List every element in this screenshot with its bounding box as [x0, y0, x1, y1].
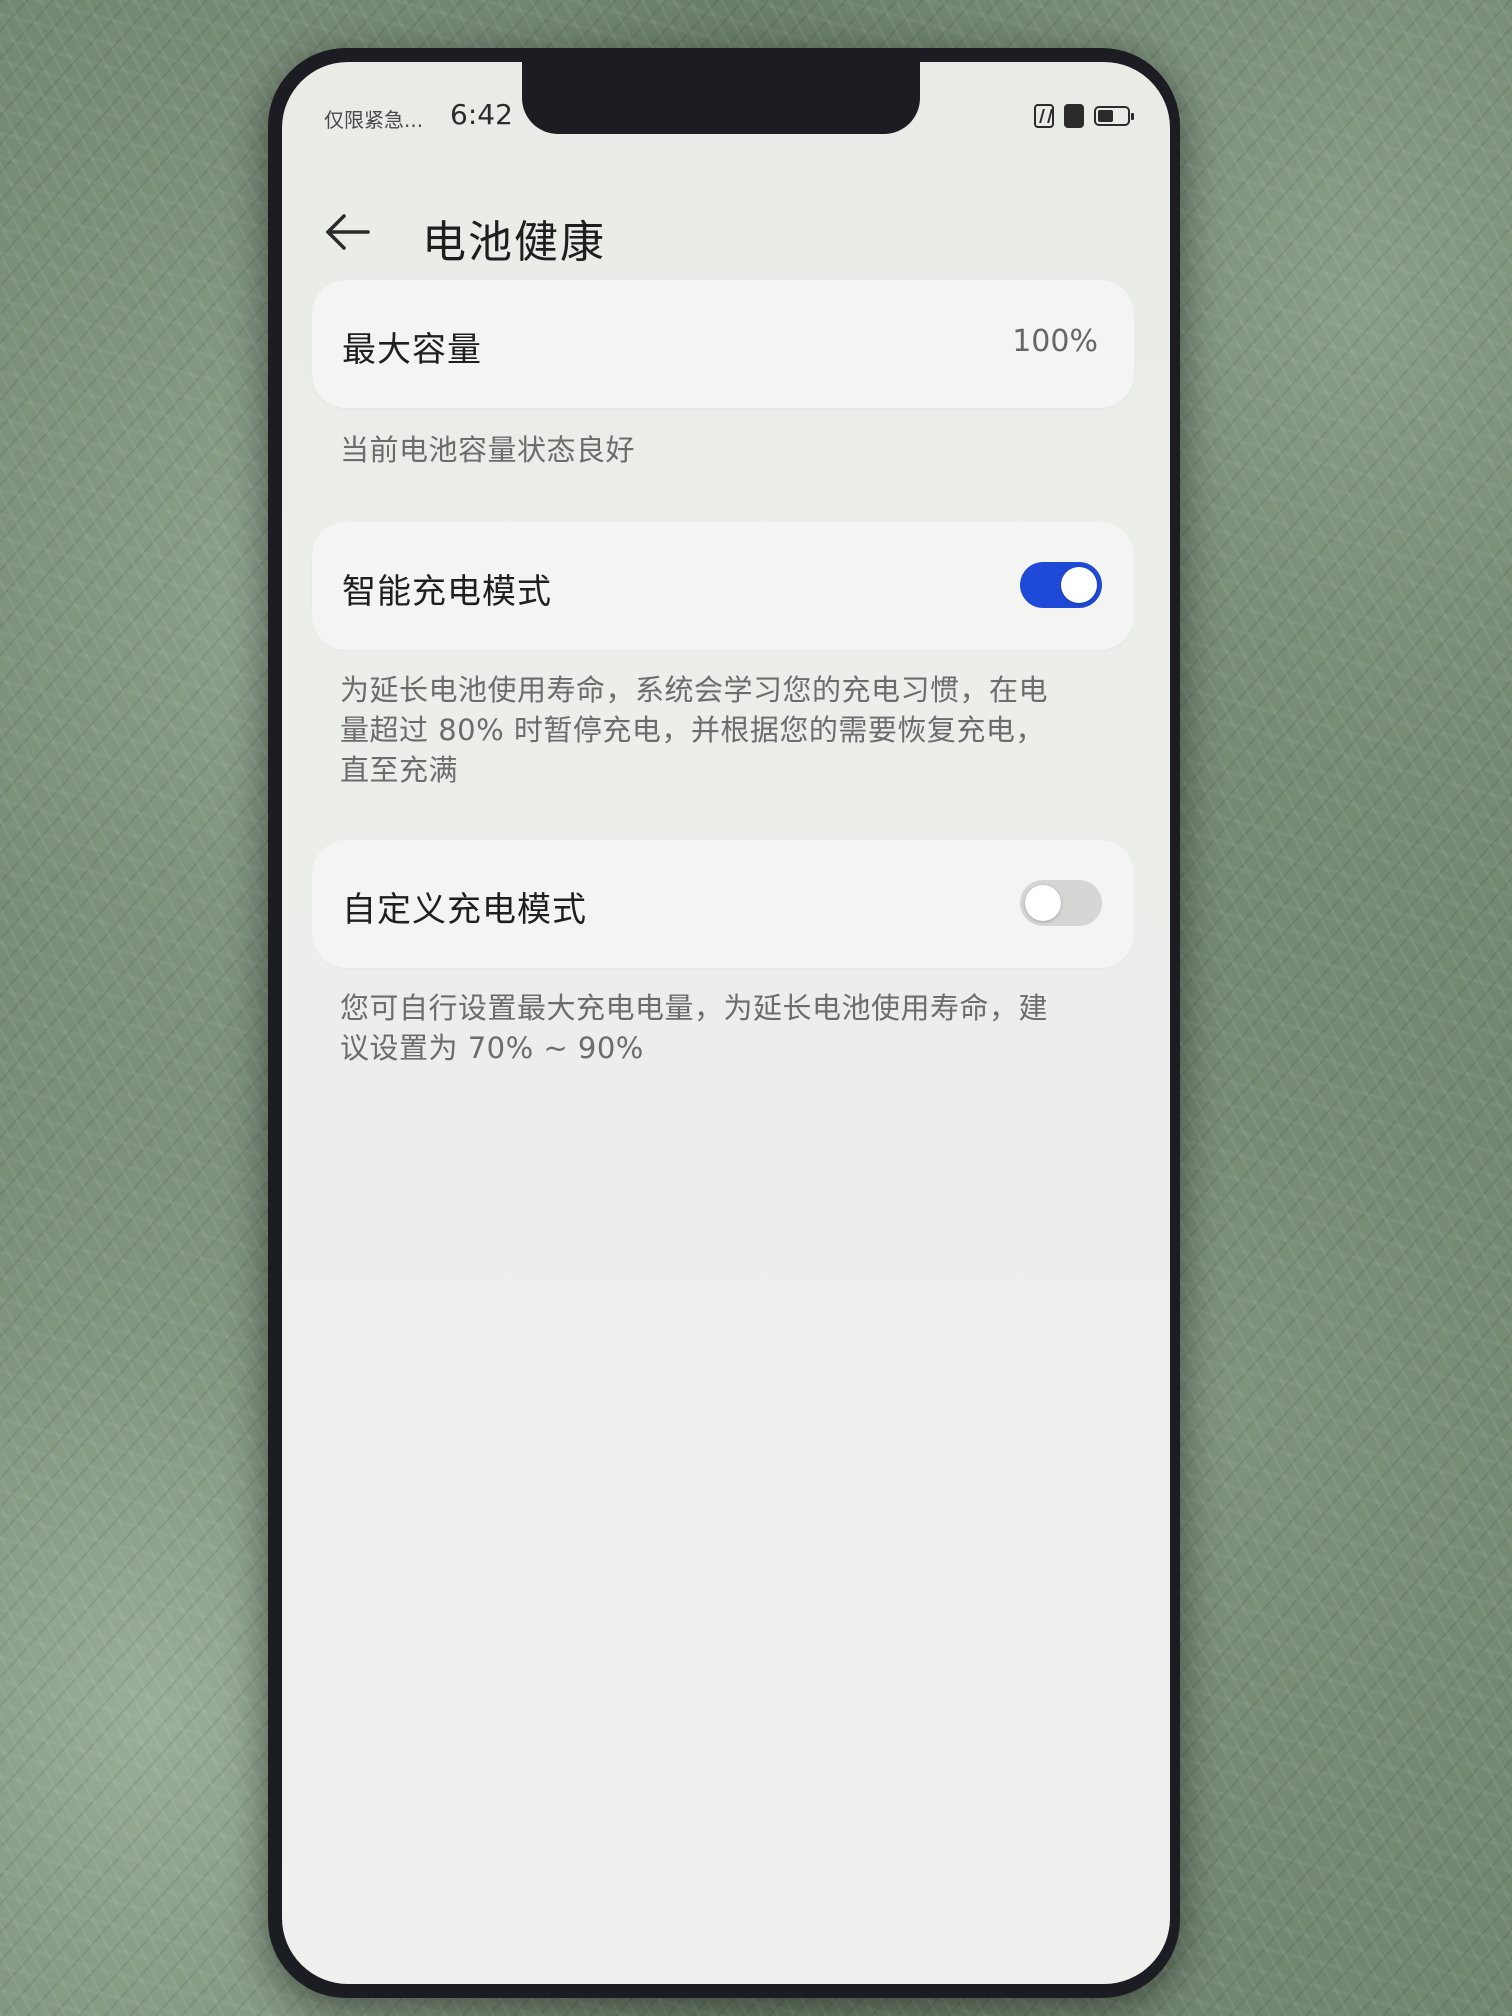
page-title: 电池健康	[422, 217, 606, 268]
carrier-label: 仅限紧急...	[324, 108, 424, 132]
description-line: 议设置为 70% ~ 90%	[340, 1031, 644, 1065]
back-arrow-icon[interactable]	[324, 212, 372, 252]
smart-charging-description: 为延长电池使用寿命，系统会学习您的充电习惯，在电 量超过 80% 时暂停充电，并…	[340, 670, 1130, 790]
status-icons	[1034, 104, 1134, 128]
nfc-icon	[1034, 104, 1054, 128]
description-line: 直至充满	[340, 753, 459, 787]
description-line: 量超过 80% 时暂停充电，并根据您的需要恢复充电，	[340, 713, 1045, 747]
max-capacity-card: 最大容量 100%	[312, 280, 1134, 408]
toggle-knob	[1061, 567, 1097, 603]
custom-charging-description: 您可自行设置最大充电电量，为延长电池使用寿命，建 议设置为 70% ~ 90%	[340, 988, 1130, 1068]
phone-screen: 仅限紧急... 6:42 电池健康 最大容量 100% 当前电池容量状态良好 智…	[282, 62, 1170, 1984]
page-header: 电池健康	[282, 182, 1170, 282]
max-capacity-description: 当前电池容量状态良好	[340, 433, 636, 467]
toggle-knob	[1025, 885, 1061, 921]
smart-charging-label: 智能充电模式	[342, 572, 552, 612]
clock: 6:42	[450, 98, 513, 131]
max-capacity-value: 100%	[1012, 324, 1098, 359]
status-bar: 仅限紧急... 6:42	[282, 98, 1170, 142]
max-capacity-label: 最大容量	[342, 330, 482, 370]
smart-charging-toggle[interactable]	[1020, 562, 1102, 608]
battery-icon	[1094, 106, 1134, 126]
sim-icon	[1064, 104, 1084, 128]
custom-charging-row[interactable]: 自定义充电模式	[312, 840, 1134, 968]
description-line: 您可自行设置最大充电电量，为延长电池使用寿命，建	[340, 991, 1049, 1025]
custom-charging-label: 自定义充电模式	[342, 890, 587, 930]
smart-charging-row[interactable]: 智能充电模式	[312, 522, 1134, 650]
custom-charging-toggle[interactable]	[1020, 880, 1102, 926]
battery-level	[1098, 110, 1114, 122]
description-line: 为延长电池使用寿命，系统会学习您的充电习惯，在电	[340, 673, 1049, 707]
